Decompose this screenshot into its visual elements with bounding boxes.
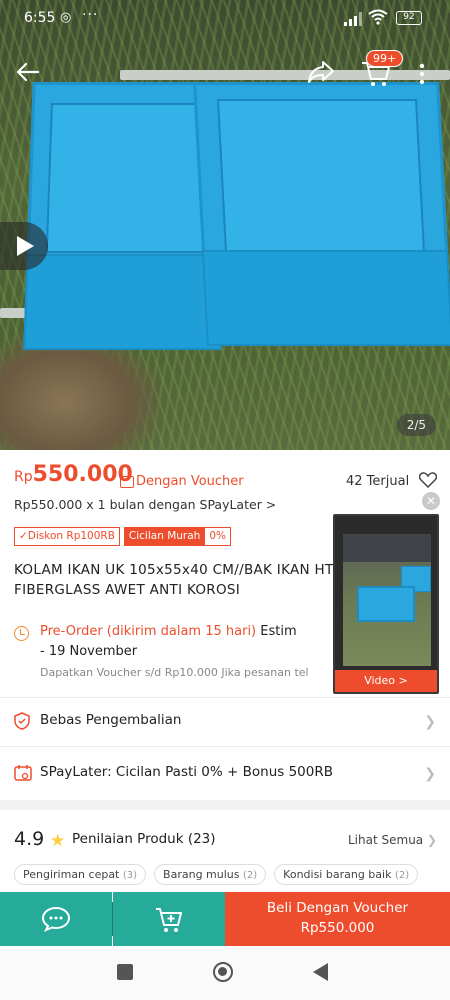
review-chips: Pengiriman cepat (3) Barang mulus (2) Ko… (14, 864, 426, 885)
see-all-link[interactable]: Lihat Semua ❯ (348, 833, 437, 847)
review-chip[interactable]: Barang mulus (2) (154, 864, 267, 885)
chip-count: (2) (243, 870, 258, 881)
rating-label: Penilaian Produk (23) (72, 831, 216, 847)
wifi-icon (368, 9, 388, 29)
tub-inner (45, 103, 217, 253)
chat-icon (41, 906, 71, 932)
voucher-label[interactable]: Dengan Voucher (136, 474, 244, 489)
video-button[interactable]: Video > (335, 670, 437, 692)
fence-rail (120, 70, 450, 80)
product-title-line1: KOLAM IKAN UK 105x55x40 CM//BAK IKAN HTM (14, 562, 334, 578)
see-all-label: Lihat Semua (348, 833, 424, 847)
add-to-cart-button[interactable] (113, 892, 225, 946)
tub-front (23, 254, 225, 350)
video-thumbnail (343, 534, 431, 666)
chip-label: Pengiriman cepat (23, 868, 120, 881)
thumbnail-tub (357, 586, 415, 622)
product-title-line2: FIBERGLASS AWET ANTI KOROSI (14, 582, 241, 598)
floating-video[interactable]: Video > (333, 514, 439, 694)
add-to-cart-icon (156, 908, 182, 932)
image-counter: 2/5 (396, 414, 436, 436)
play-icon (17, 236, 34, 256)
price-amount: 550.000 (32, 462, 133, 487)
tub-inner (216, 99, 426, 259)
rating-score: 4.9 (14, 828, 45, 850)
buy-with-voucher-button[interactable]: Beli Dengan Voucher Rp550.000 (225, 892, 450, 946)
tub-front (201, 250, 450, 346)
chevron-right-icon: ❯ (426, 833, 438, 847)
spaylater-row-label: SPayLater: Cicilan Pasti 0% + Bonus 500R… (40, 764, 333, 780)
heart-icon[interactable] (418, 472, 438, 492)
returns-row[interactable]: Bebas Pengembalian ❯ (0, 698, 450, 746)
installment-tag: Cicilan Murah (123, 527, 206, 546)
preorder-line: Pre-Order (dikirim dalam 15 hari) Estim (40, 624, 297, 639)
chip-label: Kondisi barang baik (283, 868, 392, 881)
chat-button[interactable] (0, 892, 112, 946)
signal-icon (344, 12, 362, 30)
returns-label: Bebas Pengembalian (40, 712, 182, 728)
recents-icon[interactable] (117, 964, 133, 980)
clock-icon (14, 626, 29, 641)
close-icon[interactable]: ✕ (422, 492, 440, 510)
system-nav-bar (0, 946, 450, 1000)
status-bar: 6:55 ◎ ··· 92 (0, 0, 450, 40)
blue-tub-right (193, 82, 450, 346)
play-video-button[interactable] (0, 222, 48, 270)
bottom-action-bar: Beli Dengan Voucher Rp550.000 (0, 892, 450, 946)
voucher-icon (120, 476, 134, 488)
preorder-info[interactable]: Pre-Order (dikirim dalam 15 hari) Estim … (14, 624, 336, 686)
back-arrow-icon[interactable] (14, 58, 42, 86)
thumbnail-wall (343, 534, 431, 562)
battery-icon: 92 (396, 11, 422, 25)
chip-count: (3) (122, 870, 138, 881)
estimate-date: - 19 November (40, 644, 138, 659)
review-chip[interactable]: Kondisi barang baik (2) (274, 864, 419, 885)
estimate-label: Estim (260, 624, 297, 639)
chevron-right-icon: ❯ (424, 766, 436, 782)
discount-tag: ✓Diskon Rp100RB (14, 527, 120, 546)
spaylater-icon (14, 764, 32, 786)
share-icon[interactable] (306, 58, 336, 86)
chip-label: Barang mulus (163, 868, 240, 881)
chevron-right-icon: ❯ (424, 714, 436, 730)
preorder-label: Pre-Order (dikirim dalam 15 hari) (40, 624, 257, 639)
buy-label: Beli Dengan Voucher (266, 900, 409, 916)
spaylater-row[interactable]: SPayLater: Cicilan Pasti 0% + Bonus 500R… (0, 750, 450, 798)
back-icon[interactable] (313, 963, 328, 981)
voucher-note: Dapatkan Voucher s/d Rp10.000 Jika pesan… (40, 666, 309, 679)
promo-tags: ✓Diskon Rp100RB Cicilan Murah 0% (14, 527, 231, 547)
section-gap (0, 800, 450, 810)
video-label: Video > (364, 674, 408, 687)
cart-count-badge: 99+ (366, 50, 404, 67)
more-notifications-icon: ··· (82, 7, 99, 23)
sold-count: 42 Terjual (346, 474, 410, 489)
spaylater-link[interactable]: Rp550.000 x 1 bulan dengan SPayLater > (14, 497, 276, 512)
currency-label: Rp (14, 469, 33, 485)
product-title: KOLAM IKAN UK 105x55x40 CM//BAK IKAN HTM… (14, 560, 334, 600)
divider (0, 746, 450, 747)
review-chip[interactable]: Pengiriman cepat (3) (14, 864, 147, 885)
whatsapp-icon: ◎ (60, 10, 72, 25)
chip-count: (2) (394, 870, 410, 881)
star-icon: ★ (50, 831, 66, 851)
installment-pct-tag: 0% (205, 527, 231, 546)
more-options-icon[interactable] (414, 60, 430, 88)
shield-icon (14, 712, 30, 734)
buy-price: Rp550.000 (300, 920, 375, 936)
status-time: 6:55 (24, 10, 56, 26)
price: Rp550.000 (14, 462, 133, 487)
home-icon[interactable] (213, 962, 233, 982)
